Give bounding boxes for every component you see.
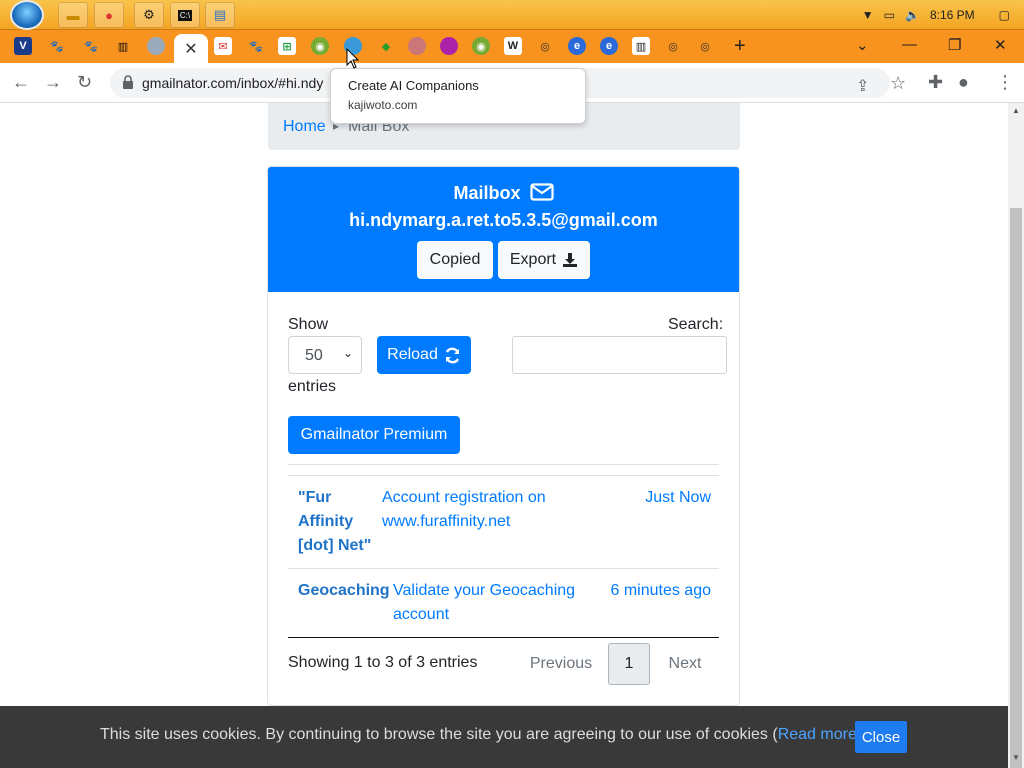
start-button[interactable] — [10, 0, 44, 30]
back-icon[interactable]: ← — [12, 72, 30, 93]
scroll-thumb[interactable] — [1010, 208, 1022, 768]
tab-favicon-1[interactable]: V — [14, 37, 32, 55]
cookie-text: This site uses cookies. By continuing to… — [100, 726, 862, 743]
lock-icon — [123, 75, 133, 89]
share-icon[interactable]: ⇪ — [856, 76, 869, 96]
window-close-icon[interactable]: ✕ — [994, 36, 1007, 54]
new-tab-button[interactable]: + — [734, 35, 746, 58]
tab-favicon-10[interactable]: ◉ — [311, 37, 329, 55]
notification-icon[interactable]: ▢ — [999, 8, 1010, 22]
reload-page-icon[interactable]: ↻ — [77, 72, 92, 93]
mailbox-title: Mailbox — [268, 183, 739, 204]
tab-favicon-5[interactable] — [147, 37, 165, 55]
terminal-icon[interactable]: C:\ — [170, 2, 200, 28]
extensions-icon[interactable]: ✚ — [928, 72, 943, 93]
show-label: Show — [288, 316, 329, 333]
tab-strip: V 🐾 🐾 ▥ ✕ ✉ 🐾 ⊞ ◉ ◆ ◉ W ◎ e e ▥ ◎ ◎ + ⌄ … — [0, 30, 1024, 63]
download-icon — [563, 253, 578, 267]
message-time[interactable]: 6 minutes ago — [601, 579, 711, 603]
tab-favicon-9[interactable]: ⊞ — [278, 37, 296, 55]
chevron-down-icon: ⌄ — [342, 346, 353, 360]
message-subject[interactable]: Validate your Geocaching account — [393, 579, 593, 627]
clock[interactable]: 8:16 PM — [930, 8, 975, 22]
tab-favicon-8[interactable]: 🐾 — [247, 37, 265, 55]
volume-icon[interactable]: 🔈 — [905, 8, 920, 22]
tab-search-icon[interactable]: ⌄ — [856, 36, 869, 54]
message-sender[interactable]: Geocaching — [298, 579, 390, 603]
tooltip-title: Create AI Companions — [348, 78, 479, 93]
browser-menu-icon[interactable]: ⋮ — [996, 72, 1014, 93]
search-label: Search: — [668, 316, 724, 333]
mailbox-card: Mailbox hi.ndymarg.a.ret.to5.3.5@gmail.c… — [267, 166, 740, 706]
tab-favicon-4[interactable]: ▥ — [114, 37, 132, 55]
cookie-banner: This site uses cookies. By continuing to… — [0, 706, 1008, 768]
table-footer-line — [288, 637, 719, 638]
cookie-close-button[interactable]: Close — [855, 721, 907, 753]
tab-favicon-2[interactable]: 🐾 — [48, 37, 66, 55]
chrome-icon[interactable]: ● — [94, 2, 124, 28]
profile-icon[interactable]: ● — [958, 72, 969, 93]
minimize-icon[interactable]: — — [902, 36, 917, 53]
table-header-line — [288, 475, 719, 476]
tab-favicon-18[interactable]: e — [568, 37, 586, 55]
scroll-down-icon[interactable]: ▼ — [1012, 753, 1020, 762]
windows-taskbar: ▬ ● ⚙ C:\ ▤ ▼ ▭ 🔈 8:16 PM ▢ — [0, 0, 1024, 30]
tray-expand-icon[interactable]: ▼ — [862, 8, 874, 22]
message-sender[interactable]: "Fur Affinity [dot] Net" — [298, 486, 378, 558]
close-icon[interactable]: ✕ — [184, 39, 197, 59]
read-more-link[interactable]: Read more — [778, 726, 857, 743]
active-tab[interactable]: ✕ — [174, 34, 208, 63]
tab-favicon-22[interactable]: ◎ — [696, 37, 714, 55]
showing-info: Showing 1 to 3 of 3 entries — [288, 654, 478, 671]
mouse-cursor-icon — [346, 48, 360, 69]
reload-button[interactable]: Reload — [377, 336, 471, 374]
row-divider — [288, 568, 719, 569]
message-time[interactable]: Just Now — [613, 486, 711, 510]
tab-favicon-16[interactable]: W — [504, 37, 522, 55]
notepad-icon[interactable]: ▤ — [205, 2, 235, 28]
page-scrollbar[interactable]: ▲ ▼ — [1008, 103, 1024, 768]
pager-next[interactable]: Next — [658, 643, 712, 685]
tab-favicon-3[interactable]: 🐾 — [82, 37, 100, 55]
premium-button[interactable]: Gmailnator Premium — [288, 416, 460, 454]
url-text[interactable]: gmailnator.com/inbox/#hi.ndy — [142, 75, 323, 91]
system-tray: ▼ ▭ 🔈 8:16 PM ▢ — [862, 0, 1024, 30]
envelope-icon — [529, 183, 554, 201]
scroll-up-icon[interactable]: ▲ — [1012, 106, 1020, 115]
pager-previous[interactable]: Previous — [520, 643, 602, 685]
divider — [288, 464, 719, 465]
bookmark-star-icon[interactable]: ☆ — [890, 73, 906, 94]
tab-favicon-19[interactable]: e — [600, 37, 618, 55]
forward-icon[interactable]: → — [44, 72, 62, 93]
entries-label: entries — [288, 378, 337, 395]
restore-icon[interactable]: ❐ — [948, 36, 961, 54]
copy-button[interactable]: Copied — [417, 241, 493, 279]
tab-favicon-21[interactable]: ◎ — [664, 37, 682, 55]
settings-icon[interactable]: ⚙ — [134, 2, 164, 28]
mailbox-email[interactable]: hi.ndymarg.a.ret.to5.3.5@gmail.com — [268, 210, 739, 231]
breadcrumb-home-link[interactable]: Home — [283, 118, 326, 136]
tab-favicon-14[interactable] — [440, 37, 458, 55]
search-input[interactable] — [512, 336, 727, 374]
tab-tooltip: Create AI Companions kajiwoto.com — [330, 68, 586, 124]
tab-favicon-12[interactable]: ◆ — [377, 37, 395, 55]
tab-favicon-15[interactable]: ◉ — [472, 37, 490, 55]
mailbox-header: Mailbox hi.ndymarg.a.ret.to5.3.5@gmail.c… — [268, 167, 739, 292]
folder-icon[interactable]: ▬ — [58, 2, 88, 28]
tab-favicon-13[interactable] — [408, 37, 426, 55]
pager-page-1[interactable]: 1 — [608, 643, 650, 685]
message-subject[interactable]: Account registration on www.furaffinity.… — [382, 486, 582, 534]
tab-favicon-17[interactable]: ◎ — [536, 37, 554, 55]
tab-favicon-7[interactable]: ✉ — [214, 37, 232, 55]
entries-select[interactable]: 50 ⌄ — [288, 336, 362, 374]
export-button[interactable]: Export — [498, 241, 590, 279]
refresh-icon — [445, 347, 459, 363]
network-icon[interactable]: ▭ — [884, 8, 895, 22]
tooltip-domain: kajiwoto.com — [348, 98, 418, 112]
tab-favicon-20[interactable]: ▥ — [632, 37, 650, 55]
